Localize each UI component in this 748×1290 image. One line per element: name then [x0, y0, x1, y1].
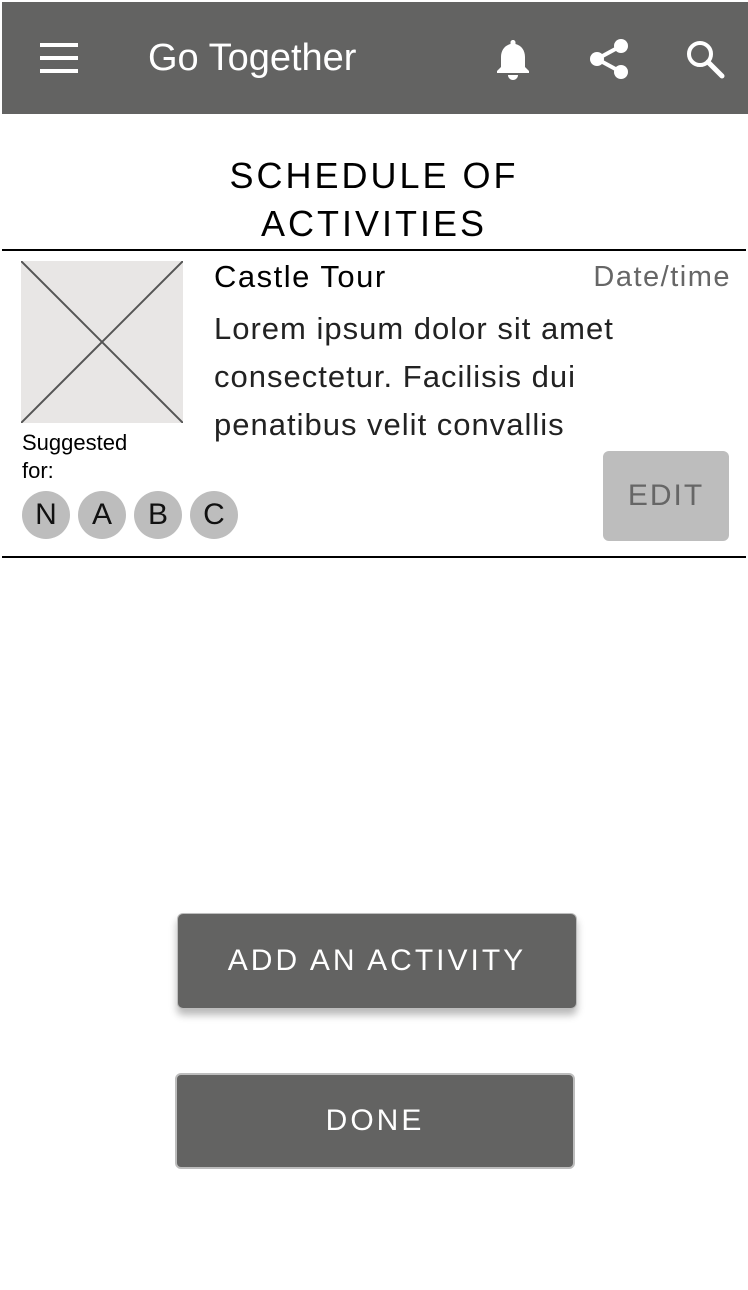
participant-avatar[interactable]: A	[78, 491, 126, 539]
participant-avatar[interactable]: B	[134, 491, 182, 539]
menu-icon[interactable]	[40, 43, 78, 73]
card-top-divider	[2, 249, 746, 251]
done-button[interactable]: DONE	[175, 1073, 575, 1169]
edit-button[interactable]: EDIT	[603, 451, 729, 541]
card-bottom-divider	[2, 556, 746, 558]
activity-date-time: Date/time	[593, 261, 731, 293]
suggested-for-label: Suggested for:	[22, 430, 128, 483]
page-title: SCHEDULE OF ACTIVITIES	[229, 155, 519, 245]
bell-icon[interactable]	[491, 37, 535, 81]
activity-name: Castle Tour	[214, 259, 387, 294]
search-icon[interactable]	[683, 37, 727, 81]
participant-avatar[interactable]: N	[22, 491, 70, 539]
image-placeholder-icon	[20, 260, 184, 424]
add-activity-button[interactable]: ADD AN ACTIVITY	[177, 913, 577, 1009]
app-title: Go Together	[148, 37, 357, 79]
activity-description: Lorem ipsum dolor sit amet consectetur. …	[214, 311, 614, 442]
app-bar: Go Together	[2, 2, 748, 114]
share-icon[interactable]	[587, 37, 631, 81]
participant-avatar[interactable]: C	[190, 491, 238, 539]
participant-list: N A B C	[22, 491, 238, 539]
